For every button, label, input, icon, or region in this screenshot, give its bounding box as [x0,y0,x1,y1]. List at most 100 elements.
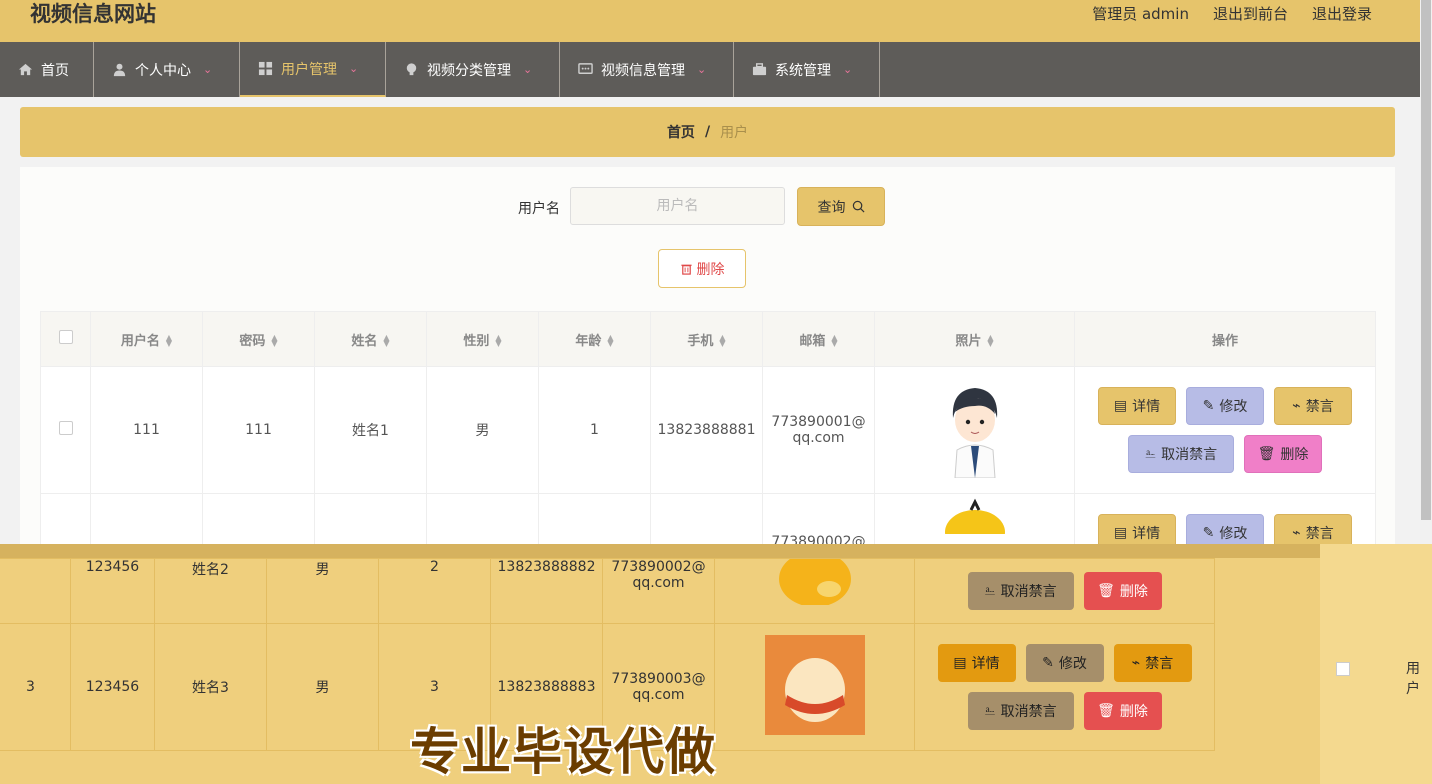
cell-photo [714,623,915,751]
column-header[interactable]: 性别 ▲ ▼ [426,311,539,367]
nav-item-system[interactable]: 系统管理 ⌄ [734,42,880,97]
mute-icon: ⌁ [1131,655,1141,671]
cell: 123456 [70,623,155,751]
unmute-icon: ⎁ [984,703,996,719]
select-all-cell [40,311,91,367]
overlay-strip [0,544,1432,558]
cell: 13823888882 [490,558,603,624]
table-row: 123456 姓名2 男 2 13823888882 773890002@ qq.… [0,551,1215,624]
unmute-icon: ⎁ [1144,446,1157,462]
to-front-link[interactable]: 退出到前台 [1213,3,1288,24]
ban-button[interactable]: ⌁ 禁言 [1274,387,1352,425]
chevron-down-icon: ⌄ [203,63,213,76]
nav-label: 首页 [41,62,69,79]
cell: 姓名3 [154,623,267,751]
scrollbar-thumb[interactable] [1421,0,1431,520]
column-header[interactable]: 手机 ▲ ▼ [650,311,763,367]
user-icon [113,63,126,77]
column-header[interactable]: 姓名 ▲ ▼ [314,311,427,367]
cell-email: 773890002@ qq.com [602,558,715,624]
cell: 男 [266,623,379,751]
row-checkbox[interactable] [1336,662,1350,676]
chat-icon [578,63,593,74]
mute-icon: ⌁ [1292,525,1301,541]
nav-item-user-management[interactable]: 用户管理 ⌄ [240,42,386,97]
cell-photo [874,366,1075,494]
bulb-icon [406,63,417,76]
search-row: 用户名 查询 [20,187,1395,227]
edit-button[interactable]: ✎ 修改 [1025,644,1104,682]
table-row: 111 111 姓名1 男 1 13823888881 773890001@ qq… [40,366,1376,494]
column-header[interactable]: 密码 ▲ ▼ [202,311,315,367]
overlay-right-panel: 用户 [1320,544,1432,784]
cell-age: 1 [538,366,651,494]
cell: 123456 [70,558,155,624]
delete-button[interactable]: 🗑 删除 [1244,435,1322,473]
nav-label: 视频信息管理 [601,62,685,79]
cell-gender: 男 [426,366,539,494]
cell-phone: 13823888881 [650,366,763,494]
unban-button[interactable]: ⎁ 取消禁言 [967,572,1074,610]
detail-button[interactable]: ▤ 详情 [937,644,1016,682]
avatar [764,635,865,735]
breadcrumb-separator: / [704,124,711,140]
cell-email: 773890001@ qq.com [762,366,875,494]
watermark-text: 专业毕设代做 [410,723,716,781]
chevron-down-icon: ⌄ [349,62,359,75]
top-links: 管理员 admin 退出到前台 退出登录 [1092,3,1372,24]
pen-icon: ✎ [1202,398,1215,414]
sort-icon: ▲ ▼ [607,333,614,348]
chevron-down-icon: ⌄ [843,63,853,76]
row-actions: ▤ 详情 ✎ 修改 ⌁ 禁言 ⎁ 取消禁言 🗑 删除 [1095,387,1355,473]
cell-password: 111 [202,366,315,494]
detail-button[interactable]: ▤ 详情 [1098,387,1176,425]
breadcrumb: 首页 / 用户 [20,107,1395,157]
unban-button[interactable]: ⎁ 取消禁言 [967,692,1074,730]
delete-button[interactable]: 🗑 删除 [1083,572,1162,610]
document-icon: ▤ [953,655,967,671]
unban-button[interactable]: ⎁ 取消禁言 [1128,435,1234,473]
logout-link[interactable]: 退出登录 [1312,3,1372,24]
trash-icon: 🗑 [1097,703,1115,719]
column-header[interactable]: 邮箱 ▲ ▼ [762,311,875,367]
nav-item-personal[interactable]: 个人中心 ⌄ [94,42,240,97]
breadcrumb-home[interactable]: 首页 [667,122,695,142]
nav-label: 个人中心 [135,62,191,79]
nav-item-video-info[interactable]: 视频信息管理 ⌄ [560,42,734,97]
main-nav: 首页 个人中心 ⌄ 用户管理 ⌄ 视频分类管理 ⌄ 视频信息管理 ⌄ 系统管理 … [0,42,1420,97]
briefcase-icon [752,63,767,76]
site-title: 视频信息网站 [30,2,156,26]
search-label: 用户名 [518,201,560,217]
edit-button[interactable]: ✎ 修改 [1186,387,1264,425]
row-checkbox[interactable] [58,421,73,435]
column-header[interactable]: 用户名 ▲ ▼ [90,311,203,367]
cell: 姓名2 [154,558,267,624]
query-button[interactable]: 查询 [797,187,885,226]
breadcrumb-current: 用户 [720,125,749,141]
cell-name: 姓名1 [314,366,427,494]
avatar [944,498,1005,554]
sort-icon: ▲ ▼ [719,333,726,348]
column-header[interactable]: 照片 ▲ ▼ [874,311,1075,367]
sort-icon: ▲ ▼ [383,333,390,348]
query-label: 查询 [817,199,846,216]
ban-button[interactable]: ⌁ 禁言 [1113,644,1192,682]
unmute-icon: ⎁ [984,583,996,599]
cell-actions: ▤ 详情 ✎ 修改 ⌁ 禁言 ⎁ 取消禁言 🗑 删除 [914,623,1215,751]
table-header-row: 用户名 ▲ ▼ 密码 ▲ ▼ 姓名 ▲ ▼ 性别 ▲ ▼ 年龄 ▲ ▼ 手机 ▲ ▼ 邮箱 ▲ ▼ 照片 ▲ ▼… [40,311,1376,367]
top-bar: 视频信息网站 管理员 admin 退出到前台 退出登录 [0,0,1420,42]
nav-item-home[interactable]: 首页 [0,42,94,97]
sort-icon: ▲ ▼ [271,333,278,348]
sort-icon: ▲ ▼ [831,333,838,348]
column-header[interactable]: 年龄 ▲ ▼ [538,311,651,367]
avatar [952,388,997,479]
nav-item-video-category[interactable]: 视频分类管理 ⌄ [386,42,560,97]
delete-button[interactable]: 🗑 删除 [1083,692,1162,730]
cell-actions: ⎁ 取消禁言 🗑 删除 [914,558,1215,624]
mute-icon: ⌁ [1292,398,1301,414]
bulk-delete-button[interactable]: 删除 [658,249,746,288]
cell-actions: ▤ 详情 ✎ 修改 ⌁ 禁言 ⎁ 取消禁言 🗑 删除 [1074,366,1376,494]
select-all-checkbox[interactable] [58,330,73,344]
search-input[interactable] [570,187,785,225]
pen-icon: ✎ [1042,655,1054,671]
